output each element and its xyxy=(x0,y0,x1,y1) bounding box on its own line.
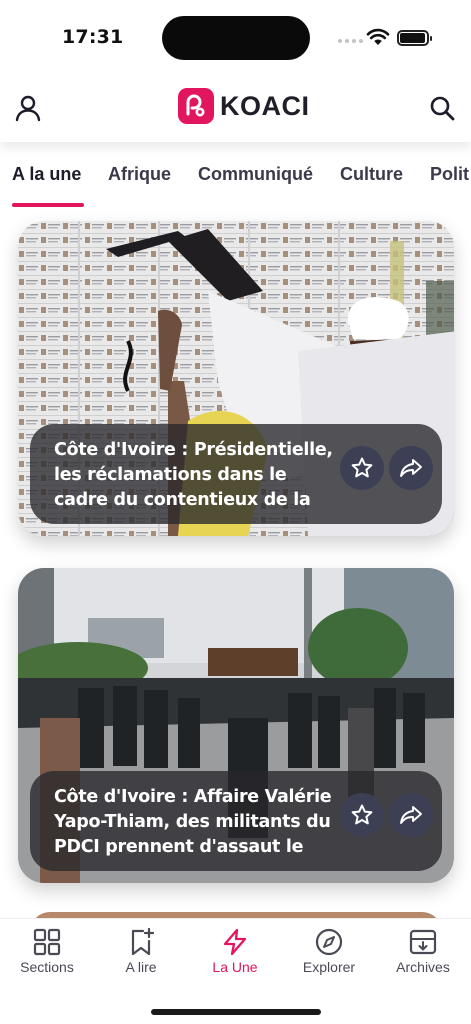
koaci-logo-icon xyxy=(178,88,214,124)
share-icon xyxy=(400,806,422,824)
archive-icon xyxy=(409,929,437,955)
nav-sections[interactable]: Sections xyxy=(0,927,94,975)
favorite-button[interactable] xyxy=(340,446,384,490)
article-title[interactable]: Côte d'Ivoire : Présidentielle, les récl… xyxy=(54,438,344,514)
share-button[interactable] xyxy=(389,446,433,490)
battery-icon xyxy=(397,30,432,46)
article-card[interactable]: Côte d'Ivoire : Présidentielle, les récl… xyxy=(18,221,454,536)
tab-communique[interactable]: Communiqué xyxy=(198,164,313,185)
bookmark-add-icon xyxy=(131,927,155,956)
star-icon xyxy=(351,804,373,825)
nav-archives[interactable]: Archives xyxy=(376,927,470,975)
share-icon xyxy=(400,459,422,477)
article-title[interactable]: Côte d'Ivoire : Affaire Valérie Yapo-Thi… xyxy=(54,785,344,861)
lightning-icon xyxy=(223,928,247,956)
nav-label: La Une xyxy=(212,959,258,975)
brand-logo: KOACI xyxy=(178,88,310,124)
favorite-button[interactable] xyxy=(340,793,384,837)
signal-icon xyxy=(338,39,363,43)
article-card[interactable]: Côte d'Ivoire : Affaire Valérie Yapo-Thi… xyxy=(18,568,454,883)
tab-afrique[interactable]: Afrique xyxy=(108,164,171,185)
tab-politique[interactable]: Polit xyxy=(430,164,469,185)
nav-label: Archives xyxy=(396,959,450,975)
tab-a-la-une[interactable]: A la une xyxy=(12,164,81,185)
grid-icon xyxy=(33,928,61,956)
search-icon xyxy=(430,96,455,121)
status-bar: 17:31 xyxy=(0,0,471,76)
share-button[interactable] xyxy=(389,793,433,837)
nav-label: Explorer xyxy=(302,959,356,975)
dynamic-island xyxy=(162,16,310,60)
compass-icon xyxy=(315,928,343,956)
wifi-icon xyxy=(366,28,390,45)
brand-name: KOACI xyxy=(220,90,310,121)
article-caption: Côte d'Ivoire : Affaire Valérie Yapo-Thi… xyxy=(30,771,442,871)
search-button[interactable] xyxy=(424,90,460,126)
nav-label: Sections xyxy=(20,959,74,975)
star-icon xyxy=(351,457,373,478)
article-caption: Côte d'Ivoire : Présidentielle, les récl… xyxy=(30,424,442,524)
nav-la-une[interactable]: La Une xyxy=(188,927,282,975)
app-header: KOACI xyxy=(0,76,471,142)
nav-a-lire[interactable]: A lire xyxy=(94,927,188,975)
active-tab-indicator xyxy=(12,203,84,207)
nav-explorer[interactable]: Explorer xyxy=(282,927,376,975)
tab-culture[interactable]: Culture xyxy=(340,164,403,185)
section-tabs: A la une Afrique Communiqué Culture Poli… xyxy=(0,160,471,210)
user-icon xyxy=(15,95,41,122)
bottom-navigation: Sections A lire La Une Explorer Archives xyxy=(0,918,471,1024)
nav-label: A lire xyxy=(125,959,157,975)
home-indicator[interactable] xyxy=(151,1009,321,1015)
status-time: 17:31 xyxy=(62,26,124,48)
profile-button[interactable] xyxy=(10,90,46,126)
